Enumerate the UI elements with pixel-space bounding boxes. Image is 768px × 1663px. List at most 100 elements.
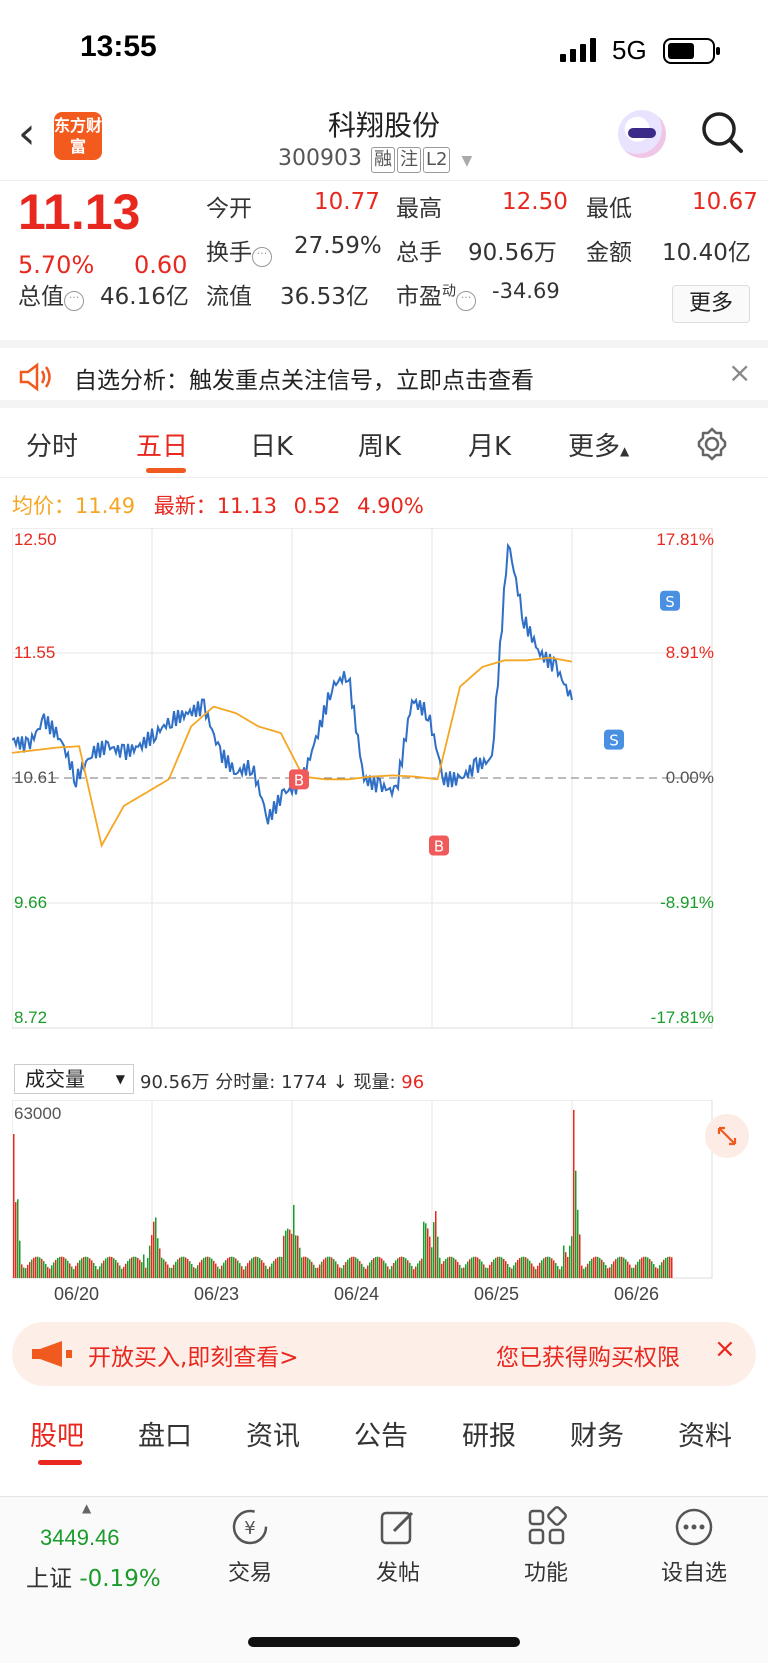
avg-label: 均价： <box>12 494 75 518</box>
volume-bar <box>543 1258 545 1278</box>
mktcap-label[interactable]: 总值 ··· <box>18 277 84 311</box>
volume-bar <box>415 1266 417 1278</box>
volume-bar <box>473 1256 475 1278</box>
close-icon[interactable]: × <box>714 1334 736 1364</box>
latest-change: 0.52 <box>293 494 341 518</box>
volume-bar <box>483 1264 485 1278</box>
volume-bar <box>139 1259 141 1278</box>
tab-month-k[interactable]: 月K <box>468 426 511 463</box>
volume-bar <box>291 1233 293 1278</box>
volume-bar <box>309 1259 311 1278</box>
price-chart[interactable]: B B S S <box>12 528 756 1058</box>
tab-week-k[interactable]: 周K <box>358 426 401 463</box>
more-button[interactable]: 更多 <box>672 285 750 323</box>
volume-bar <box>193 1267 195 1278</box>
volume-bar <box>237 1260 239 1278</box>
volume-bar <box>189 1261 191 1278</box>
volume-bar <box>419 1260 421 1278</box>
x-tick: 06/26 <box>614 1284 660 1304</box>
x-tick: 06/24 <box>334 1284 380 1304</box>
volume-bar <box>619 1256 621 1278</box>
volume-bar <box>613 1261 615 1278</box>
nav-functions[interactable]: 功能 <box>496 1505 596 1587</box>
volume-bar <box>283 1235 285 1278</box>
volume-bar <box>631 1267 633 1278</box>
tab-five-day[interactable]: 五日 <box>136 426 188 463</box>
trade-icon: ¥ <box>232 1509 268 1545</box>
volume-bar <box>149 1245 151 1278</box>
index-value[interactable]: 3449.46 <box>40 1525 120 1551</box>
expand-icon[interactable] <box>705 1114 749 1158</box>
volume-bar <box>593 1257 595 1278</box>
volume-bar <box>147 1258 149 1278</box>
promo-banner[interactable]: 开放买入,即刻查看> 您已获得购买权限 × <box>12 1322 756 1386</box>
marker-s[interactable]: S <box>604 729 624 750</box>
tab-day-k[interactable]: 日K <box>250 426 293 463</box>
nav-post[interactable]: 发帖 <box>348 1505 448 1587</box>
volume-value: 90.56万 <box>468 240 557 266</box>
stock-code-row[interactable]: 300903 融注 L2 ▼ <box>278 146 472 173</box>
pe-sup: 动 <box>442 283 456 300</box>
assistant-avatar-icon[interactable] <box>618 110 666 158</box>
close-icon[interactable]: × <box>728 356 751 389</box>
tab-profile[interactable]: 资料 <box>678 1414 732 1453</box>
index-name: 上证 <box>26 1566 72 1592</box>
volume-bar <box>627 1261 629 1278</box>
tab-news[interactable]: 资讯 <box>246 1414 300 1453</box>
volume-bar <box>573 1109 575 1278</box>
marker-b[interactable]: B <box>289 769 309 790</box>
volume-bar <box>299 1247 301 1278</box>
volume-bar <box>97 1269 99 1278</box>
index-row[interactable]: 上证 -0.19% <box>26 1559 161 1593</box>
marker-b[interactable]: B <box>429 835 449 856</box>
turnover-label[interactable]: 换手 ··· <box>206 233 272 267</box>
tab-guba[interactable]: 股吧 <box>30 1414 84 1453</box>
volume-bar <box>585 1266 587 1278</box>
volume-bar <box>331 1257 333 1278</box>
volume-bar <box>515 1262 517 1278</box>
volume-bar <box>217 1266 219 1278</box>
tab-finance[interactable]: 财务 <box>570 1414 624 1453</box>
volume-bar <box>531 1263 533 1278</box>
marker-s[interactable]: S <box>660 590 680 611</box>
volume-bar <box>353 1256 355 1278</box>
volume-selector[interactable]: 成交量 ▼ <box>14 1064 134 1094</box>
volume-bar <box>463 1267 465 1278</box>
tab-fenshi[interactable]: 分时 <box>26 426 78 463</box>
volume-chart[interactable] <box>12 1100 756 1280</box>
volume-bar <box>111 1256 113 1278</box>
volume-bar <box>295 1235 297 1278</box>
volume-bar <box>451 1256 453 1278</box>
volume-bar <box>271 1263 273 1278</box>
volume-bar <box>457 1261 459 1278</box>
volume-bar <box>511 1268 513 1278</box>
volume-bar <box>35 1256 37 1278</box>
volume-bar <box>503 1258 505 1278</box>
pe-label[interactable]: 市盈动 ··· <box>396 277 476 311</box>
volume-bar <box>113 1258 115 1278</box>
stock-code: 300903 <box>278 146 362 171</box>
volume-bar <box>505 1261 507 1278</box>
volume-bar <box>547 1256 549 1278</box>
volume-bar <box>401 1256 403 1278</box>
tab-pankou[interactable]: 盘口 <box>138 1414 192 1453</box>
volume-bar <box>485 1267 487 1278</box>
tab-announcements[interactable]: 公告 <box>354 1414 408 1453</box>
tab-research[interactable]: 研报 <box>462 1414 516 1453</box>
search-icon[interactable] <box>700 110 744 154</box>
volume-bar <box>183 1256 185 1278</box>
volume-bar <box>659 1265 661 1278</box>
tab-more[interactable]: 更多▲ <box>568 426 629 463</box>
promo-text-right: 您已获得购买权限 <box>496 1345 680 1371</box>
volume-bar <box>649 1259 651 1278</box>
volume-bar <box>487 1268 489 1278</box>
volume-bar <box>275 1258 277 1278</box>
alert-banner[interactable]: 自选分析：触发重点关注信号，立即点击查看 × <box>0 340 768 408</box>
volume-bar <box>257 1257 259 1278</box>
tag-zhu: 注 <box>396 147 421 173</box>
nav-add-watchlist[interactable]: 设自选 <box>644 1505 744 1587</box>
nav-trade[interactable]: ¥ 交易 <box>200 1505 300 1587</box>
gear-icon[interactable] <box>694 426 730 462</box>
volume-bar <box>161 1257 163 1278</box>
volume-bar <box>313 1264 315 1278</box>
